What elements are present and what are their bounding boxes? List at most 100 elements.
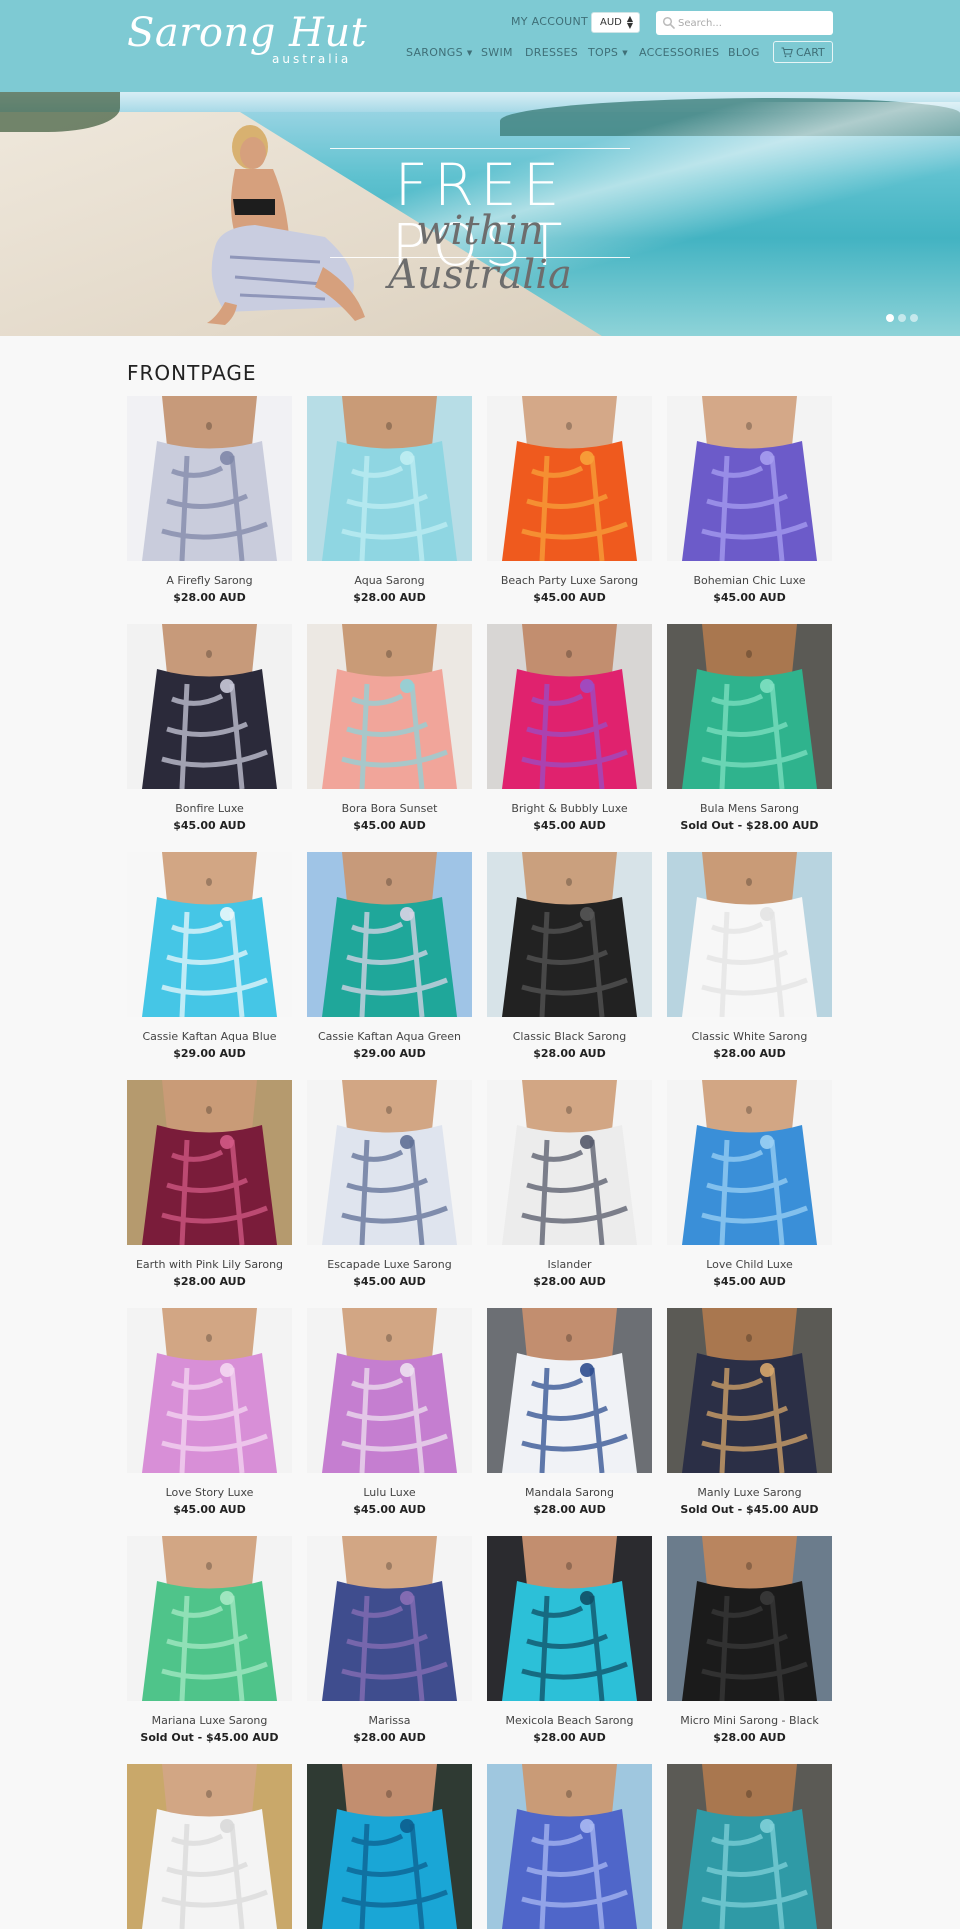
product-image[interactable]	[487, 1536, 652, 1701]
search-box	[656, 11, 833, 35]
slider-dot[interactable]	[886, 314, 894, 322]
product-image[interactable]	[127, 1536, 292, 1701]
product-image[interactable]	[127, 1308, 292, 1473]
nav-label: TOPS	[588, 46, 619, 59]
logo-subtitle: australia	[272, 52, 352, 66]
product-image[interactable]	[307, 1080, 472, 1245]
product-image[interactable]	[667, 624, 832, 789]
product-image[interactable]	[127, 396, 292, 561]
product-image[interactable]	[307, 624, 472, 789]
product-image[interactable]	[127, 1080, 292, 1245]
nav-label: SARONGS	[406, 46, 463, 59]
product-title[interactable]: Bonfire Luxe	[117, 802, 302, 815]
product-price: $28.00 AUD	[353, 591, 426, 604]
nav-tops[interactable]: TOPS ▼	[588, 46, 628, 59]
product-price: $28.00 AUD	[173, 1275, 246, 1288]
product-title[interactable]: Beach Party Luxe Sarong	[477, 574, 662, 587]
nav-label: DRESSES	[525, 46, 579, 59]
product-title[interactable]: Islander	[477, 1258, 662, 1271]
page-title: FRONTPAGE	[127, 361, 257, 385]
slider-dot[interactable]	[898, 314, 906, 322]
product-title[interactable]: Escapade Luxe Sarong	[297, 1258, 482, 1271]
product-price: $28.00 AUD	[533, 1503, 606, 1516]
product-title[interactable]: Bula Mens Sarong	[657, 802, 842, 815]
my-account-link[interactable]: MY ACCOUNT	[511, 15, 588, 28]
product-price: Sold Out - $45.00 AUD	[140, 1731, 279, 1744]
product-image[interactable]	[667, 396, 832, 561]
nav-blog[interactable]: BLOG	[728, 46, 760, 59]
search-icon	[662, 16, 675, 29]
nav-label: BLOG	[728, 46, 760, 59]
nav-sarongs[interactable]: SARONGS ▼	[406, 46, 473, 59]
product-title[interactable]: Classic White Sarong	[657, 1030, 842, 1043]
hero-banner: FREE POST within Australia	[330, 148, 630, 297]
nav-swim[interactable]: SWIM	[481, 46, 513, 59]
product-image[interactable]	[127, 624, 292, 789]
product-title[interactable]: Bright & Bubbly Luxe	[477, 802, 662, 815]
product-title[interactable]: Bohemian Chic Luxe	[657, 574, 842, 587]
product-image[interactable]	[667, 1536, 832, 1701]
hero-slider[interactable]: FREE POST within Australia	[0, 92, 960, 336]
slider-dot[interactable]	[910, 314, 918, 322]
nav-accessories[interactable]: ACCESSORIES	[639, 46, 719, 59]
product-image[interactable]	[667, 1080, 832, 1245]
product-title[interactable]: Love Child Luxe	[657, 1258, 842, 1271]
product-price: $28.00 AUD	[173, 591, 246, 604]
nav-label: SWIM	[481, 46, 513, 59]
product-image[interactable]	[667, 1764, 832, 1929]
product-price: $45.00 AUD	[533, 591, 606, 604]
product-price: $28.00 AUD	[533, 1275, 606, 1288]
site-header: Sarong Hut australia MY ACCOUNT AUD ▲ ▼ S…	[0, 0, 960, 92]
product-price: $28.00 AUD	[353, 1731, 426, 1744]
product-image[interactable]	[487, 396, 652, 561]
product-title[interactable]: Mariana Luxe Sarong	[117, 1714, 302, 1727]
product-price: Sold Out - $45.00 AUD	[680, 1503, 819, 1516]
nav-label: ACCESSORIES	[639, 46, 720, 59]
product-image[interactable]	[127, 852, 292, 1017]
product-price: $29.00 AUD	[353, 1047, 426, 1060]
product-image[interactable]	[487, 1308, 652, 1473]
product-image[interactable]	[487, 624, 652, 789]
product-image[interactable]	[307, 852, 472, 1017]
product-title[interactable]: Mexicola Beach Sarong	[477, 1714, 662, 1727]
product-price: $28.00 AUD	[713, 1731, 786, 1744]
product-image[interactable]	[307, 1536, 472, 1701]
product-title[interactable]: Micro Mini Sarong - Black	[657, 1714, 842, 1727]
nav-dresses[interactable]: DRESSES	[525, 46, 578, 59]
product-image[interactable]	[487, 852, 652, 1017]
product-title[interactable]: Cassie Kaftan Aqua Green	[297, 1030, 482, 1043]
product-title[interactable]: Cassie Kaftan Aqua Blue	[117, 1030, 302, 1043]
product-image[interactable]	[487, 1080, 652, 1245]
product-image[interactable]	[667, 852, 832, 1017]
product-image[interactable]	[667, 1308, 832, 1473]
product-image[interactable]	[127, 1764, 292, 1929]
product-title[interactable]: Love Story Luxe	[117, 1486, 302, 1499]
product-image[interactable]	[307, 1764, 472, 1929]
search-input[interactable]	[678, 14, 828, 32]
product-title[interactable]: Bora Bora Sunset	[297, 802, 482, 815]
product-image[interactable]	[487, 1764, 652, 1929]
product-price: $45.00 AUD	[533, 819, 606, 832]
slider-pagination	[886, 307, 922, 326]
product-price: $45.00 AUD	[713, 1275, 786, 1288]
hero-subheadline: within Australia	[388, 208, 572, 298]
product-price: $45.00 AUD	[173, 1503, 246, 1516]
product-title[interactable]: Lulu Luxe	[297, 1486, 482, 1499]
product-price: $45.00 AUD	[353, 1503, 426, 1516]
product-title[interactable]: A Firefly Sarong	[117, 574, 302, 587]
product-title[interactable]: Classic Black Sarong	[477, 1030, 662, 1043]
logo-wordmark: Sarong Hut	[127, 10, 368, 56]
cart-button[interactable]: CART	[773, 41, 833, 63]
product-title[interactable]: Marissa	[297, 1714, 482, 1727]
product-title[interactable]: Mandala Sarong	[477, 1486, 662, 1499]
site-logo[interactable]: Sarong Hut australia	[127, 10, 367, 72]
product-image[interactable]	[307, 396, 472, 561]
cart-label: CART	[796, 46, 825, 59]
caret-down-icon: ▼	[622, 49, 628, 57]
product-title[interactable]: Earth with Pink Lily Sarong	[117, 1258, 302, 1271]
product-price: Sold Out - $28.00 AUD	[680, 819, 819, 832]
currency-select[interactable]: AUD ▲ ▼	[591, 12, 640, 33]
product-title[interactable]: Manly Luxe Sarong	[657, 1486, 842, 1499]
product-image[interactable]	[307, 1308, 472, 1473]
product-title[interactable]: Aqua Sarong	[297, 574, 482, 587]
